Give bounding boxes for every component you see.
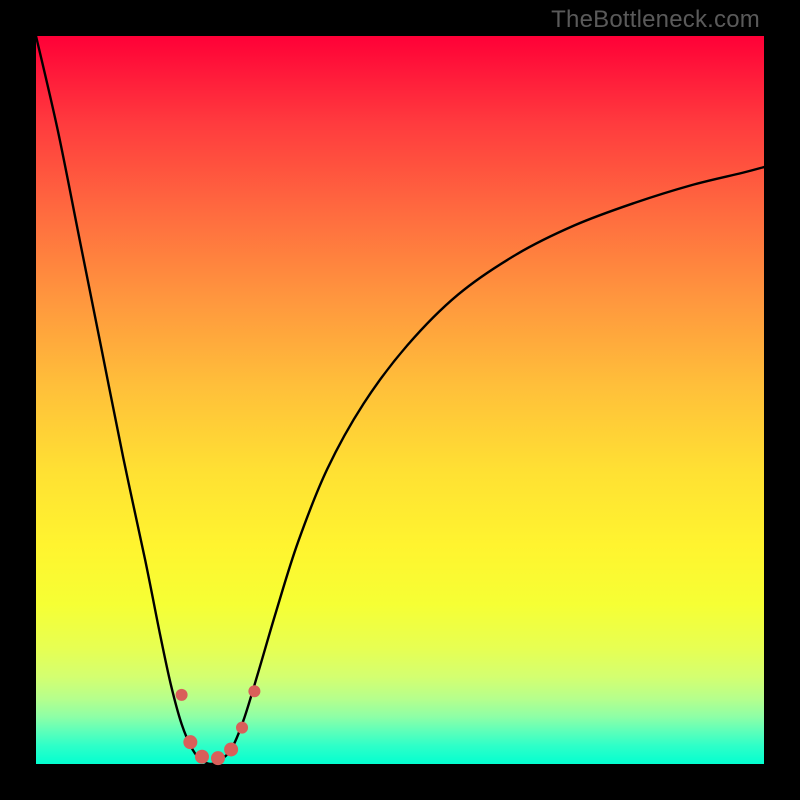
dip-marker — [224, 742, 238, 756]
chart-frame: TheBottleneck.com — [0, 0, 800, 800]
plot-area — [36, 36, 764, 764]
watermark-text: TheBottleneck.com — [551, 6, 760, 34]
chart-svg — [36, 36, 764, 764]
dip-marker — [211, 751, 225, 765]
dip-marker — [195, 750, 209, 764]
dip-marker — [236, 722, 248, 734]
dip-markers — [176, 685, 261, 765]
dip-marker — [248, 685, 260, 697]
bottleneck-curve — [36, 36, 764, 764]
dip-marker — [176, 689, 188, 701]
dip-marker — [183, 735, 197, 749]
